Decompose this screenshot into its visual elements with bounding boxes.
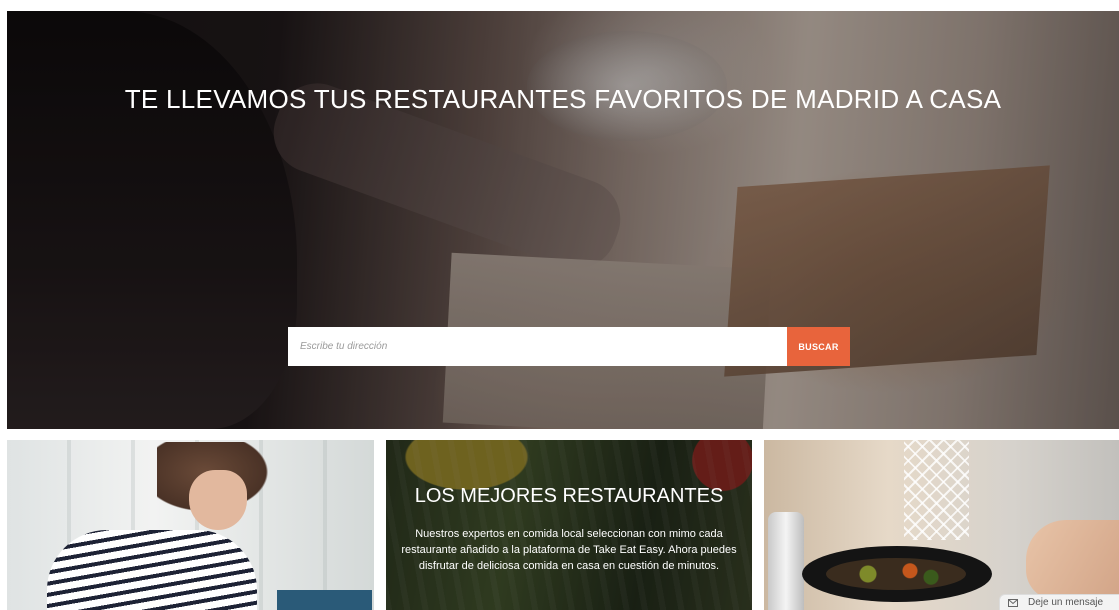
leave-message-tab[interactable]: Deje un mensaje [999, 594, 1119, 610]
feature-card-chef [7, 440, 374, 610]
hero-overlay [7, 11, 1119, 429]
feature-card-best-restaurants: LOS MEJORES RESTAURANTES Nuestros expert… [386, 440, 752, 610]
kitchen-lattice [904, 440, 969, 540]
search-button[interactable]: BUSCAR [787, 327, 850, 366]
leave-message-label: Deje un mensaje [1028, 597, 1104, 608]
sauce-bottle [768, 512, 804, 610]
cook-hand [1026, 520, 1119, 600]
feature-description: Nuestros expertos en comida local selecc… [401, 528, 737, 572]
hero-title: TE LLEVAMOS TUS RESTAURANTES FAVORITOS D… [124, 84, 1002, 114]
chef-striped-shirt [47, 530, 257, 610]
feature-card-cooking: Deje un mensaje [764, 440, 1119, 610]
address-search-form: BUSCAR [288, 327, 850, 366]
card-overlay [386, 440, 752, 610]
feature-title: LOS MEJORES RESTAURANTES [414, 485, 724, 507]
envelope-icon [1008, 598, 1018, 607]
pan-food [826, 558, 966, 590]
address-input[interactable] [288, 327, 787, 366]
market-crates [277, 590, 372, 610]
chef-face [189, 470, 247, 530]
hero-banner: TE LLEVAMOS TUS RESTAURANTES FAVORITOS D… [7, 11, 1119, 429]
